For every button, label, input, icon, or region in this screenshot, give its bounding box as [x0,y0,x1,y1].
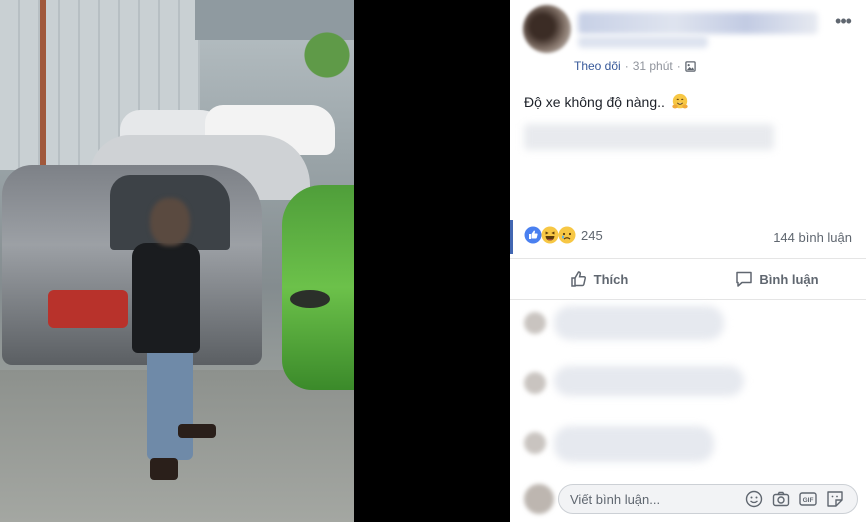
sticker-icon[interactable] [826,490,844,508]
meta-separator: · [676,59,681,73]
meta-separator: · [624,59,629,73]
accent-bar [510,220,513,254]
comment-blurred [554,306,724,340]
comment-input-tools: GIF [745,490,844,508]
post-photo[interactable] [0,0,354,522]
comment-avatar-blurred [524,312,546,334]
like-button-label: Thích [593,271,629,287]
shoe [150,458,178,480]
pole [40,0,46,170]
comment-icon [736,271,753,287]
photo-icon [685,60,696,72]
comment-avatar-blurred [524,372,546,394]
green-car [282,185,354,390]
comment-composer: GIF [510,476,866,522]
svg-text:GIF: GIF [803,497,814,504]
like-button[interactable]: Thích [510,259,688,299]
current-user-avatar [524,484,554,514]
author-sub-blurred [578,36,708,48]
comment-button[interactable]: Bình luận [688,259,866,299]
person-head [150,198,190,246]
tree [300,20,354,90]
camera-icon[interactable] [772,490,790,508]
haha-icon [541,226,559,244]
thumbs-up-icon [570,271,586,287]
more-options-button[interactable]: ••• [832,10,854,32]
post-time[interactable]: 31 phút [633,59,673,73]
comment-blurred [554,366,744,396]
gif-icon[interactable]: GIF [799,490,817,508]
follow-link[interactable]: Theo dõi [574,59,621,73]
reaction-summary[interactable]: 245 [524,226,603,244]
reaction-count: 245 [581,227,603,243]
avatar[interactable] [523,5,571,53]
sad-icon [558,226,576,244]
photo-viewer [0,0,510,522]
comment-button-label: Bình luận [759,271,819,287]
like-icon [524,226,542,244]
blurred-text [524,124,774,150]
reactions-row: 245 144 bình luận [510,220,866,254]
comment-blurred [554,426,714,462]
action-bar: Thích Bình luận [510,258,866,300]
author-name-blurred[interactable] [578,12,818,34]
person-body [132,243,200,353]
post-panel: ••• Theo dõi · 31 phút · Độ xe không độ … [510,0,866,522]
hugging-face-emoji-icon [672,93,688,109]
post-meta: Theo dõi · 31 phút · [574,58,696,74]
shoe [178,424,216,438]
taillight [48,290,128,328]
emoji-icon[interactable] [745,490,763,508]
headlight [290,290,330,308]
post-text: Độ xe không độ nàng.. [524,93,689,111]
person-legs [147,345,193,460]
comments-count-link[interactable]: 144 bình luận [773,230,852,245]
comment-avatar-blurred [524,432,546,454]
post-caption: Độ xe không độ nàng.. [524,94,665,110]
